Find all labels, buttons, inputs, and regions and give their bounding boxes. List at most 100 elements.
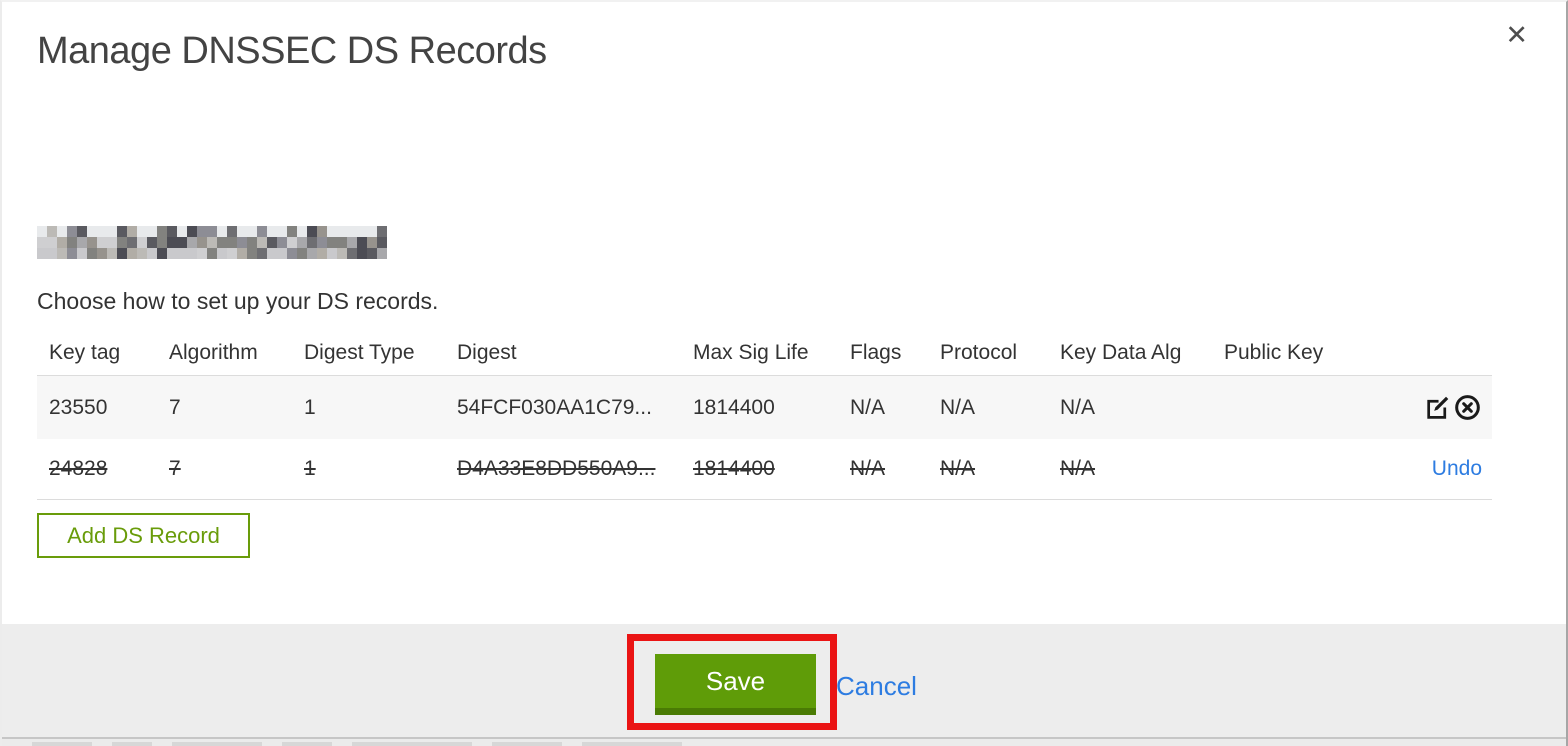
pixelation-block <box>47 226 57 237</box>
column-header-public-key: Public Key <box>1224 340 1324 364</box>
pixelation-block <box>167 237 177 248</box>
column-header-protocol: Protocol <box>940 340 1018 364</box>
table-row: 24828 7 1 D4A33E8DD550A9... 1814400 N/A N/A N/A… <box>37 439 1492 500</box>
undo-link[interactable]: Undo <box>1432 457 1482 481</box>
cell-digest-type: 1 <box>304 395 316 419</box>
pixelation-block <box>137 226 147 237</box>
pixelation-block <box>127 237 137 248</box>
pixelation-block <box>147 237 157 248</box>
edit-icon[interactable] <box>1422 393 1452 423</box>
subtitle-text: Choose how to set up your DS records. <box>37 288 439 314</box>
pixelation-block <box>247 248 257 259</box>
pixelation-block <box>297 237 307 248</box>
pixelation-block <box>297 226 307 237</box>
pixelation-block <box>197 237 207 248</box>
pixelation-block <box>177 248 187 259</box>
pixelation-block <box>357 226 367 237</box>
pixelation-block <box>277 237 287 248</box>
pixelation-block <box>317 248 327 259</box>
pixelation-block <box>267 248 277 259</box>
pixelation-block <box>227 226 237 237</box>
close-icon[interactable]: ✕ <box>1505 22 1528 49</box>
add-ds-record-button[interactable]: Add DS Record <box>37 513 250 558</box>
pixelation-block <box>217 226 227 237</box>
pixelation-block <box>237 226 247 237</box>
pixelation-block <box>137 237 147 248</box>
cell-max-sig-life: 1814400 <box>693 395 775 419</box>
cancel-link[interactable]: Cancel <box>836 671 917 702</box>
pixelation-block <box>187 248 197 259</box>
pixelation-block <box>147 248 157 259</box>
cell-digest-type: 1 <box>304 457 316 480</box>
pixelation-block <box>127 226 137 237</box>
pixelation-block <box>57 226 67 237</box>
pixelation-block <box>37 226 47 237</box>
background-content-fragment <box>32 742 92 746</box>
pixelation-block <box>267 237 277 248</box>
pixelation-block <box>357 248 367 259</box>
cell-protocol: N/A <box>940 395 976 419</box>
background-content-fragment <box>172 742 262 746</box>
delete-icon[interactable] <box>1452 393 1482 423</box>
pixelation-block <box>77 248 87 259</box>
column-header-key-tag: Key tag <box>49 340 121 364</box>
pixelation-block <box>227 248 237 259</box>
pixelation-block <box>307 248 317 259</box>
pixelation-block <box>377 237 387 248</box>
pixelation-block <box>277 226 287 237</box>
pixelation-block <box>277 248 287 259</box>
pixelation-block <box>267 226 277 237</box>
pixelation-block <box>197 248 207 259</box>
pixelation-block <box>377 248 387 259</box>
pixelation-block <box>37 237 47 248</box>
redacted-domain-name <box>37 226 387 259</box>
pixelation-block <box>237 237 247 248</box>
pixelation-block <box>247 226 257 237</box>
column-header-algorithm: Algorithm <box>169 340 258 364</box>
cell-flags: N/A <box>850 395 886 419</box>
pixelation-block <box>347 226 357 237</box>
column-header-digest-type: Digest Type <box>304 340 415 364</box>
pixelation-block <box>157 237 167 248</box>
pixelation-block <box>367 226 377 237</box>
pixelation-block <box>297 248 307 259</box>
background-content-fragment <box>352 742 472 746</box>
pixelation-block <box>117 237 127 248</box>
pixelation-block <box>187 237 197 248</box>
cell-digest: 54FCF030AA1C79... <box>457 395 652 419</box>
pixelation-block <box>47 248 57 259</box>
row-actions: Undo <box>1380 457 1492 481</box>
pixelation-block <box>107 226 117 237</box>
pixelation-block <box>107 237 117 248</box>
pixelation-block <box>97 237 107 248</box>
pixelation-block <box>357 237 367 248</box>
manage-dnssec-modal: Manage DNSSEC DS Records ✕ Choose how to… <box>0 0 1568 746</box>
pixelation-block <box>97 226 107 237</box>
pixelation-block <box>217 248 227 259</box>
pixelation-block <box>217 237 227 248</box>
pixelation-block <box>117 226 127 237</box>
save-button[interactable]: Save <box>655 654 816 715</box>
pixelation-block <box>337 226 347 237</box>
cell-key-data-alg: N/A <box>1060 457 1096 480</box>
pixelation-block <box>327 226 337 237</box>
cell-algorithm: 7 <box>169 457 181 480</box>
pixelation-block <box>317 237 327 248</box>
column-header-digest: Digest <box>457 340 517 364</box>
pixelation-block <box>207 237 217 248</box>
pixelation-block <box>377 226 387 237</box>
cell-max-sig-life: 1814400 <box>693 457 775 480</box>
pixelation-block <box>197 226 207 237</box>
cell-flags: N/A <box>850 457 886 480</box>
cell-key-tag: 24828 <box>49 457 108 480</box>
pixelation-block <box>367 237 377 248</box>
pixelation-block <box>137 248 147 259</box>
pixelation-block <box>237 248 247 259</box>
pixelation-block <box>117 248 127 259</box>
column-header-flags: Flags <box>850 340 902 364</box>
pixelation-block <box>167 226 177 237</box>
background-content-fragment <box>112 742 152 746</box>
cell-algorithm: 7 <box>169 395 181 419</box>
cell-digest: D4A33E8DD550A9... <box>457 457 656 480</box>
pixelation-block <box>77 226 87 237</box>
